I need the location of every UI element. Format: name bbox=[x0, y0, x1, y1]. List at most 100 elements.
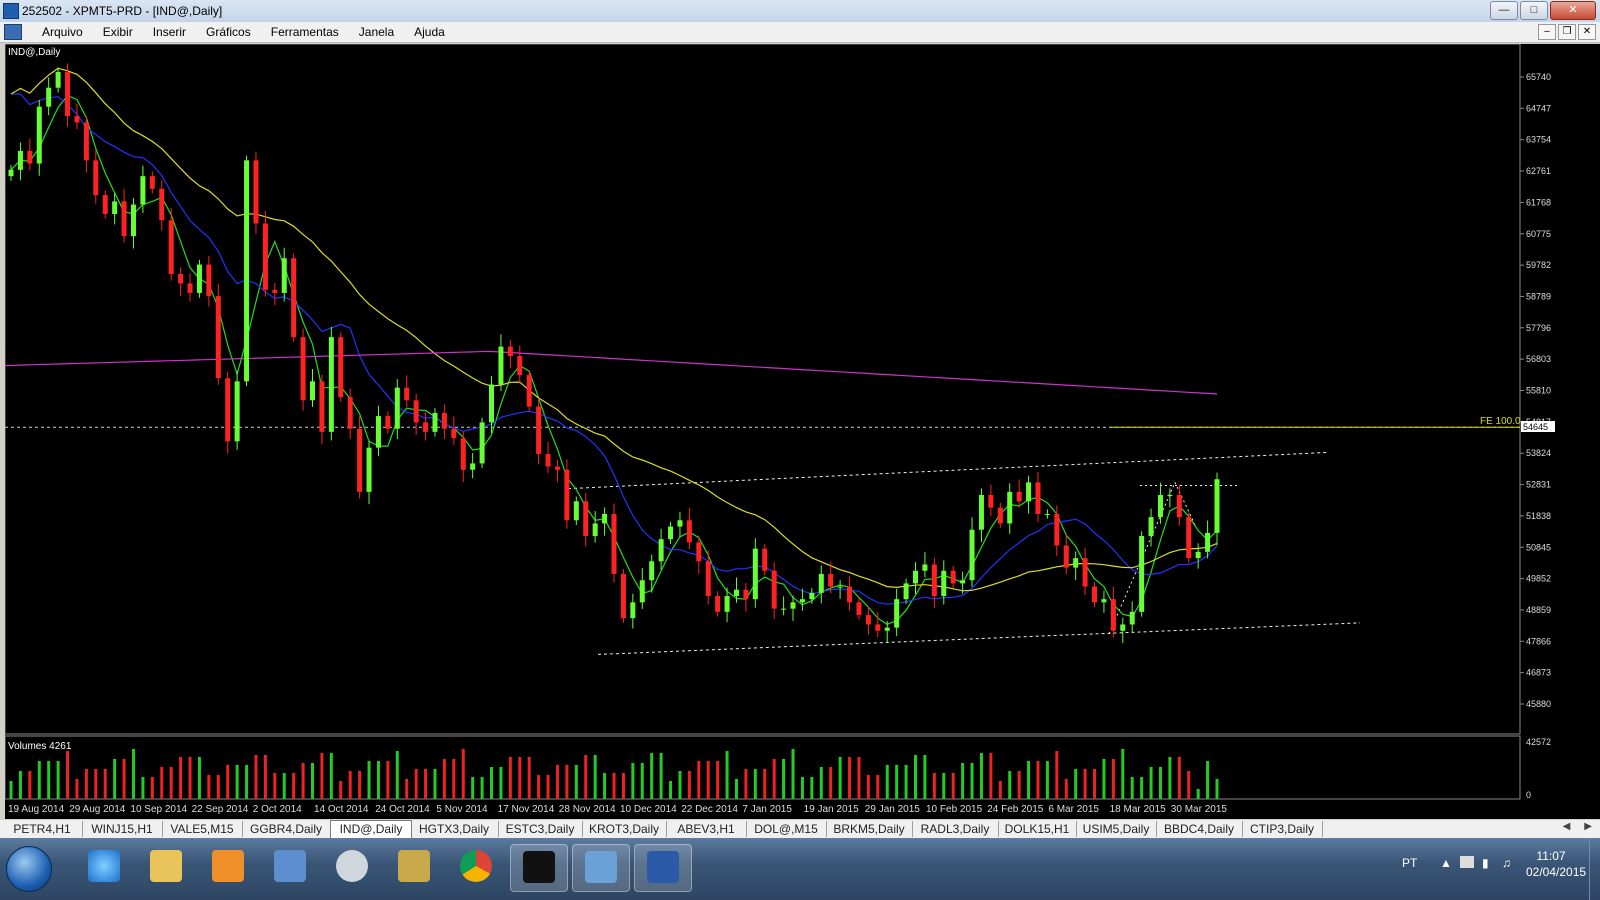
word-icon[interactable] bbox=[634, 844, 692, 892]
bull-candle bbox=[328, 337, 334, 432]
child-minimize-button[interactable]: – bbox=[1538, 24, 1556, 40]
bear-candle bbox=[413, 400, 419, 423]
tab-brkm5-daily[interactable]: BRKM5,Daily bbox=[826, 821, 913, 837]
volume-bar bbox=[555, 765, 559, 799]
bear-candle bbox=[1176, 495, 1182, 518]
volume-bar bbox=[197, 757, 201, 799]
volume-bar bbox=[518, 757, 522, 799]
chart-window-icon[interactable] bbox=[4, 24, 22, 40]
volume-bar bbox=[1017, 771, 1021, 799]
volume-bar bbox=[508, 757, 512, 799]
explorer-icon[interactable] bbox=[138, 844, 194, 890]
hp-icon[interactable] bbox=[324, 844, 380, 890]
bull-candle bbox=[752, 548, 758, 600]
bull-candle bbox=[8, 169, 14, 177]
volume-bar bbox=[998, 781, 1002, 799]
tab-dolk15-h1[interactable]: DOLK15,H1 bbox=[998, 821, 1077, 837]
bull-candle bbox=[592, 523, 598, 537]
price-tick-label: 49852 bbox=[1526, 574, 1551, 584]
start-button[interactable] bbox=[6, 846, 52, 892]
menu-ferramentas[interactable]: Ferramentas bbox=[261, 25, 349, 39]
date-tick-label: 2 Oct 2014 bbox=[253, 804, 302, 815]
bear-candle bbox=[262, 223, 268, 290]
media-player-icon[interactable] bbox=[200, 844, 256, 890]
menu-ajuda[interactable]: Ajuda bbox=[404, 25, 455, 39]
tab-vale5-m15[interactable]: VALE5,M15 bbox=[162, 821, 243, 837]
minimize-button[interactable]: — bbox=[1490, 1, 1518, 20]
tab-dol-m15[interactable]: DOL@,M15 bbox=[746, 821, 827, 837]
bear-candle bbox=[385, 416, 391, 429]
tab-krot3-daily[interactable]: KROT3,Daily bbox=[582, 821, 667, 837]
clock-date: 02/04/2015 bbox=[1526, 865, 1587, 879]
tab-hgtx3-daily[interactable]: HGTX3,Daily bbox=[410, 821, 499, 837]
bear-candle bbox=[423, 422, 429, 432]
child-restore-button[interactable]: ❐ bbox=[1558, 24, 1576, 40]
volume-bar bbox=[848, 757, 852, 799]
tab-radl3-daily[interactable]: RADL3,Daily bbox=[912, 821, 999, 837]
chart-area[interactable]: 65740 64747 63754 62761 61768 60775 59782 58789… bbox=[4, 43, 1600, 819]
price-tick-label: 48859 bbox=[1526, 605, 1551, 615]
volume-bar bbox=[56, 761, 60, 799]
menu-janela[interactable]: Janela bbox=[349, 25, 404, 39]
action-center-flag-icon[interactable] bbox=[1460, 856, 1474, 868]
volume-bar bbox=[603, 773, 607, 799]
menu-inserir[interactable]: Inserir bbox=[143, 25, 196, 39]
volume-bar bbox=[687, 771, 691, 799]
language-indicator[interactable]: PT bbox=[1402, 856, 1417, 870]
price-tick-label: 59782 bbox=[1526, 260, 1551, 270]
tab-abev3-h1[interactable]: ABEV3,H1 bbox=[666, 821, 747, 837]
price-pane[interactable] bbox=[4, 43, 1521, 735]
clock[interactable]: 11:07 02/04/2015 bbox=[1526, 848, 1587, 880]
child-close-button[interactable]: ✕ bbox=[1578, 24, 1596, 40]
tab-ggbr4-daily[interactable]: GGBR4,Daily bbox=[242, 821, 331, 837]
close-button[interactable]: ✕ bbox=[1550, 1, 1596, 20]
volume-bar bbox=[1074, 769, 1078, 799]
app-icon[interactable] bbox=[3, 3, 19, 19]
system-tray: PT ▲ ▮ ♫ 11:07 02/04/2015 bbox=[1370, 838, 1600, 900]
tab-winj15-h1[interactable]: WINJ15,H1 bbox=[82, 821, 163, 837]
tray-expand-icon[interactable]: ▲ bbox=[1440, 856, 1452, 870]
bull-candle bbox=[55, 71, 61, 88]
bear-candle bbox=[856, 602, 862, 615]
bull-candle bbox=[818, 573, 824, 593]
tab-ctip3-daily[interactable]: CTIP3,Daily bbox=[1242, 821, 1323, 837]
volume-bar bbox=[584, 755, 588, 799]
current-price-text: 54645 bbox=[1523, 422, 1548, 432]
network-app-icon[interactable] bbox=[262, 844, 318, 890]
volume-bar bbox=[75, 779, 79, 799]
bull-candle bbox=[1044, 513, 1050, 515]
bull-candle bbox=[677, 520, 683, 527]
chrome-icon[interactable] bbox=[448, 844, 504, 890]
volume-bar bbox=[113, 759, 117, 799]
tab-petr4-h1[interactable]: PETR4,H1 bbox=[2, 821, 83, 837]
tab-ind-daily[interactable]: IND@,Daily bbox=[330, 820, 412, 838]
volume-pane[interactable] bbox=[4, 735, 1521, 800]
price-tick-label: 46873 bbox=[1526, 668, 1551, 678]
menu-arquivo[interactable]: Arquivo bbox=[32, 25, 93, 39]
xp-app-icon[interactable] bbox=[510, 844, 568, 892]
metatrader-icon[interactable] bbox=[572, 844, 630, 892]
volume-bar bbox=[593, 755, 597, 799]
tab-bbdc4-daily[interactable]: BBDC4,Daily bbox=[1156, 821, 1243, 837]
tab-scroll-right-icon[interactable]: ▶ bbox=[1584, 821, 1592, 832]
archive-icon[interactable] bbox=[386, 844, 442, 890]
tab-estc3-daily[interactable]: ESTC3,Daily bbox=[498, 821, 583, 837]
bear-candle bbox=[27, 150, 33, 164]
menu-graficos[interactable]: Gráficos bbox=[196, 25, 261, 39]
maximize-button[interactable]: □ bbox=[1520, 1, 1548, 20]
volume-bar bbox=[857, 757, 861, 799]
bull-candle bbox=[1120, 624, 1126, 631]
price-chart[interactable]: 65740 64747 63754 62761 61768 60775 59782 58789… bbox=[4, 43, 1600, 819]
tab-scroll-left-icon[interactable]: ◀ bbox=[1563, 821, 1571, 832]
bear-candle bbox=[564, 469, 570, 521]
bear-candle bbox=[187, 283, 193, 293]
menu-exibir[interactable]: Exibir bbox=[93, 25, 143, 39]
volume-bar bbox=[282, 773, 286, 799]
show-desktop-button[interactable] bbox=[1589, 838, 1600, 900]
network-signal-icon[interactable]: ▮ bbox=[1482, 856, 1489, 870]
volume-bar bbox=[697, 761, 701, 799]
ie-icon[interactable] bbox=[76, 844, 132, 890]
volume-icon[interactable]: ♫ bbox=[1502, 856, 1511, 870]
tab-usim5-daily[interactable]: USIM5,Daily bbox=[1076, 821, 1157, 837]
date-tick-label: 5 Nov 2014 bbox=[436, 804, 488, 815]
